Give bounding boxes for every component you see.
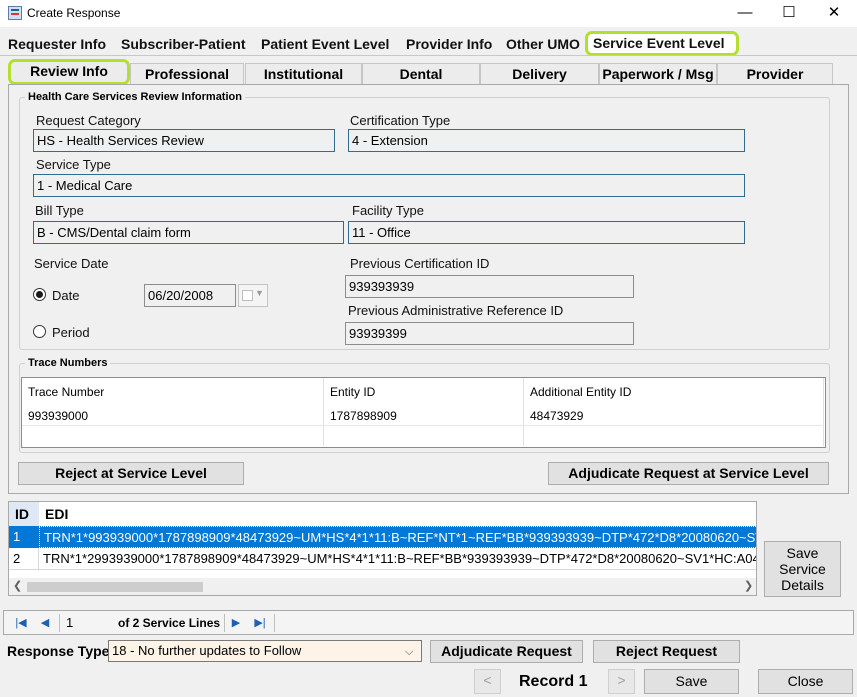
date-picker-button[interactable]: ▼ bbox=[238, 284, 268, 307]
row-edi-cell[interactable]: TRN*1*993939000*1787898909*48473929~UM*H… bbox=[39, 526, 756, 548]
save-button[interactable]: Save bbox=[644, 669, 739, 694]
previous-admin-ref-field[interactable]: 93939399 bbox=[345, 322, 634, 345]
trace-numbers-grid[interactable]: Trace Number Entity ID Additional Entity… bbox=[21, 377, 826, 448]
certification-type-field[interactable]: 4 - Extension bbox=[348, 129, 745, 152]
reject-request-button[interactable]: Reject Request bbox=[593, 640, 740, 663]
tab-patient-event-level[interactable]: Patient Event Level bbox=[261, 34, 389, 55]
tab-subscriber-patient[interactable]: Subscriber-Patient bbox=[121, 34, 245, 55]
period-radio[interactable] bbox=[33, 325, 46, 338]
trace-number-header[interactable]: Trace Number bbox=[22, 378, 324, 406]
first-page-icon[interactable]: |◀ bbox=[13, 614, 29, 632]
next-page-icon[interactable]: ▶ bbox=[228, 614, 244, 632]
tab-provider-info[interactable]: Provider Info bbox=[406, 34, 492, 55]
previous-page-icon[interactable]: ◀ bbox=[37, 614, 53, 632]
record-navigator: |◀ ◀ 1 of 2 Service Lines ▶ ▶| bbox=[3, 610, 854, 635]
tab-divider bbox=[0, 55, 857, 56]
service-type-label: Service Type bbox=[36, 157, 111, 172]
row-id-cell[interactable]: 1 bbox=[9, 526, 39, 548]
form-icon bbox=[8, 6, 22, 20]
last-page-icon[interactable]: ▶| bbox=[252, 614, 268, 632]
save-service-details-button[interactable]: Save Service Details bbox=[764, 541, 841, 597]
record-label: Record 1 bbox=[519, 673, 588, 690]
row-id-cell[interactable]: 2 bbox=[9, 548, 39, 569]
empty-cell[interactable] bbox=[524, 426, 824, 446]
facility-type-label: Facility Type bbox=[352, 203, 425, 218]
minimize-button[interactable]: — bbox=[722, 0, 768, 27]
response-type-select[interactable]: 18 - No further updates to Follow ⌵ bbox=[108, 640, 422, 662]
tab-requester-info[interactable]: Requester Info bbox=[8, 34, 106, 55]
request-category-field[interactable]: HS - Health Services Review bbox=[33, 129, 335, 152]
id-column-header[interactable]: ID bbox=[9, 502, 39, 526]
reject-service-level-button[interactable]: Reject at Service Level bbox=[18, 462, 244, 485]
previous-certification-label: Previous Certification ID bbox=[350, 256, 490, 271]
page-count-label: of 2 Service Lines bbox=[118, 616, 221, 630]
trace-numbers-title: Trace Numbers bbox=[28, 357, 108, 369]
empty-cell[interactable] bbox=[324, 426, 524, 446]
previous-record-button[interactable]: < bbox=[474, 669, 501, 694]
tab-delivery[interactable]: Delivery bbox=[480, 63, 599, 85]
table-row[interactable]: 2 TRN*1*2993939000*1787898909*48473929~U… bbox=[9, 548, 756, 570]
chevron-down-icon: ▼ bbox=[255, 288, 264, 298]
facility-type-field[interactable]: 11 - Office bbox=[348, 221, 745, 244]
scroll-left-icon[interactable]: ❮ bbox=[13, 579, 22, 592]
date-radio[interactable] bbox=[33, 288, 46, 301]
scrollbar-thumb[interactable] bbox=[27, 582, 203, 592]
entity-id-cell[interactable]: 1787898909 bbox=[324, 406, 524, 426]
tab-professional[interactable]: Professional bbox=[130, 63, 244, 85]
calendar-icon bbox=[242, 290, 253, 301]
previous-admin-ref-label: Previous Administrative Reference ID bbox=[348, 303, 564, 318]
maximize-button[interactable]: ☐ bbox=[766, 0, 812, 27]
trace-number-cell[interactable]: 993939000 bbox=[22, 406, 324, 426]
close-window-button[interactable]: ✕ bbox=[811, 0, 857, 27]
tab-review-info[interactable]: Review Info bbox=[8, 59, 130, 85]
response-type-label: Response Type bbox=[7, 643, 110, 659]
tab-service-event-level[interactable]: Service Event Level bbox=[585, 31, 739, 56]
tab-dental[interactable]: Dental bbox=[362, 63, 480, 85]
edi-grid[interactable]: ID EDI 1 TRN*1*993939000*1787898909*4847… bbox=[8, 501, 757, 596]
certification-type-label: Certification Type bbox=[350, 113, 451, 128]
period-radio-label: Period bbox=[52, 325, 90, 340]
date-radio-label: Date bbox=[52, 288, 80, 303]
chevron-down-icon: ⌵ bbox=[405, 646, 414, 658]
tab-paperwork-msg[interactable]: Paperwork / Msg bbox=[599, 63, 717, 85]
response-type-value: 18 - No further updates to Follow bbox=[112, 643, 302, 658]
additional-entity-id-header[interactable]: Additional Entity ID bbox=[524, 378, 824, 406]
tab-institutional[interactable]: Institutional bbox=[245, 63, 362, 85]
previous-certification-field[interactable]: 939393939 bbox=[345, 275, 634, 298]
horizontal-scrollbar[interactable]: ❮ ❯ bbox=[9, 578, 756, 595]
additional-entity-id-cell[interactable]: 48473929 bbox=[524, 406, 824, 426]
entity-id-header[interactable]: Entity ID bbox=[324, 378, 524, 406]
current-page-input[interactable]: 1 bbox=[66, 614, 111, 632]
divider bbox=[224, 614, 225, 632]
adjudicate-service-level-button[interactable]: Adjudicate Request at Service Level bbox=[548, 462, 829, 485]
tab-other-umo[interactable]: Other UMO bbox=[506, 34, 580, 55]
review-info-group-title: Health Care Services Review Information bbox=[28, 91, 242, 103]
bill-type-label: Bill Type bbox=[35, 203, 84, 218]
window-title: Create Response bbox=[27, 6, 121, 20]
request-category-label: Request Category bbox=[36, 113, 141, 128]
close-button[interactable]: Close bbox=[758, 669, 853, 694]
edi-column-header[interactable]: EDI bbox=[39, 502, 756, 526]
table-row[interactable]: 1 TRN*1*993939000*1787898909*48473929~UM… bbox=[9, 526, 756, 548]
service-date-label: Service Date bbox=[34, 256, 109, 271]
empty-cell[interactable] bbox=[22, 426, 324, 446]
row-edi-cell[interactable]: TRN*1*2993939000*1787898909*48473929~UM*… bbox=[39, 548, 756, 569]
divider bbox=[59, 614, 60, 632]
scroll-right-icon[interactable]: ❯ bbox=[744, 579, 753, 592]
divider bbox=[274, 614, 275, 632]
adjudicate-request-button[interactable]: Adjudicate Request bbox=[430, 640, 583, 663]
service-date-field[interactable]: 06/20/2008 bbox=[144, 284, 236, 307]
service-type-field[interactable]: 1 - Medical Care bbox=[33, 174, 745, 197]
next-record-button[interactable]: > bbox=[608, 669, 635, 694]
tab-provider[interactable]: Provider bbox=[717, 63, 833, 85]
title-bar: Create Response — ☐ ✕ bbox=[0, 0, 857, 27]
bill-type-field[interactable]: B - CMS/Dental claim form bbox=[33, 221, 344, 244]
